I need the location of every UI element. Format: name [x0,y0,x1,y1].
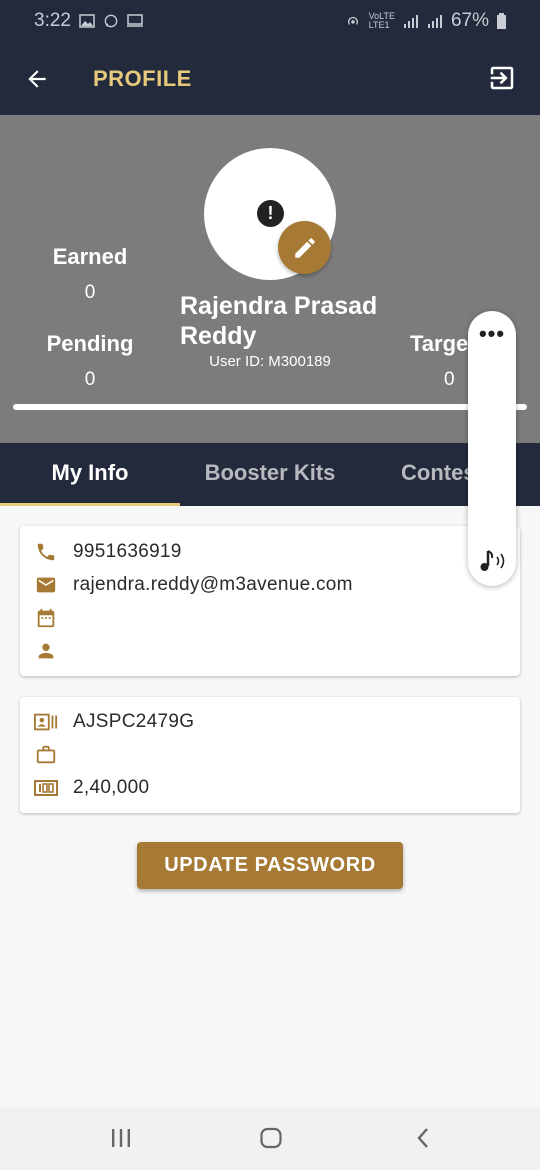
amount-row: 2,40,000 [34,775,149,801]
pan-row: AJSPC2479G [34,709,194,735]
music-note-icon[interactable] [476,547,508,575]
calendar-icon [34,606,58,630]
battery-icon [497,13,506,29]
tab-booster-kits[interactable]: Booster Kits [180,443,360,506]
screen-icon [126,14,143,27]
battery-percent: 67% [450,10,489,31]
alert-icon: ! [257,200,284,227]
profile-header: ! Earned 0 Pending 0 Target 0 Rajendra P… [0,115,540,443]
arrow-left-icon [28,69,46,88]
network-label: VoLTE LTE1 [369,12,395,30]
pencil-icon [294,237,315,258]
back-button[interactable] [17,59,57,99]
page-title: PROFILE [93,65,192,91]
money-icon [34,776,58,800]
logout-icon [490,66,514,90]
amount-value: 2,40,000 [73,777,150,798]
tab-my-info[interactable]: My Info [0,443,180,506]
chevron-left-icon [417,1128,428,1148]
logout-button[interactable] [484,60,520,96]
recent-apps-button[interactable] [106,1123,136,1153]
edit-profile-button[interactable] [278,221,331,274]
back-nav-button[interactable] [408,1123,438,1153]
phone-number: 9951636919 [73,541,182,562]
contact-info-card: 9951636919 rajendra.reddy@m3avenue.com [20,526,520,676]
update-password-button[interactable]: UPDATE PASSWORD [137,842,403,889]
date-row [34,605,73,631]
whatsapp-icon [104,14,118,28]
system-nav-bar [0,1107,540,1170]
mail-icon [34,573,58,597]
stat-earned: Earned 0 [40,244,140,304]
pan-number: AJSPC2479G [73,711,195,732]
recent-apps-icon [112,1129,130,1147]
stat-pending: Pending 0 [30,331,150,391]
id-info-card: AJSPC2479G 2,40,000 [20,697,520,813]
floating-panel[interactable]: ••• [468,311,516,586]
signal-icon [403,15,418,28]
app-bar: PROFILE [0,42,540,115]
signal-icon-2 [427,15,442,28]
tab-indicator [0,503,180,506]
progress-bar [13,404,527,410]
job-row [34,742,73,768]
email-row: rajendra.reddy@m3avenue.com [34,572,353,598]
phone-icon [34,540,58,564]
phone-row: 9951636919 [34,539,182,565]
pending-label: Pending [46,331,134,356]
status-time: 3:22 [34,10,71,31]
person-icon [34,639,58,663]
user-name: Rajendra Prasad Reddy [180,292,378,350]
id-card-icon [34,710,58,734]
email-address: rajendra.reddy@m3avenue.com [73,574,353,595]
home-button[interactable] [256,1123,286,1153]
hotspot-icon [347,16,358,25]
network-bottom: LTE1 [368,20,390,30]
home-icon [260,1127,282,1149]
pending-value: 0 [84,369,96,390]
status-bar: 3:22 VoLTE LTE1 67% [0,0,540,42]
earned-label: Earned [52,244,128,269]
user-id: User ID: M300189 [209,353,331,370]
gallery-icon [79,14,95,28]
tab-bar: My Info Booster Kits Contests [0,443,540,506]
more-icon[interactable]: ••• [468,321,516,347]
briefcase-icon [34,743,58,767]
earned-value: 0 [84,282,96,303]
person-row [34,638,73,664]
